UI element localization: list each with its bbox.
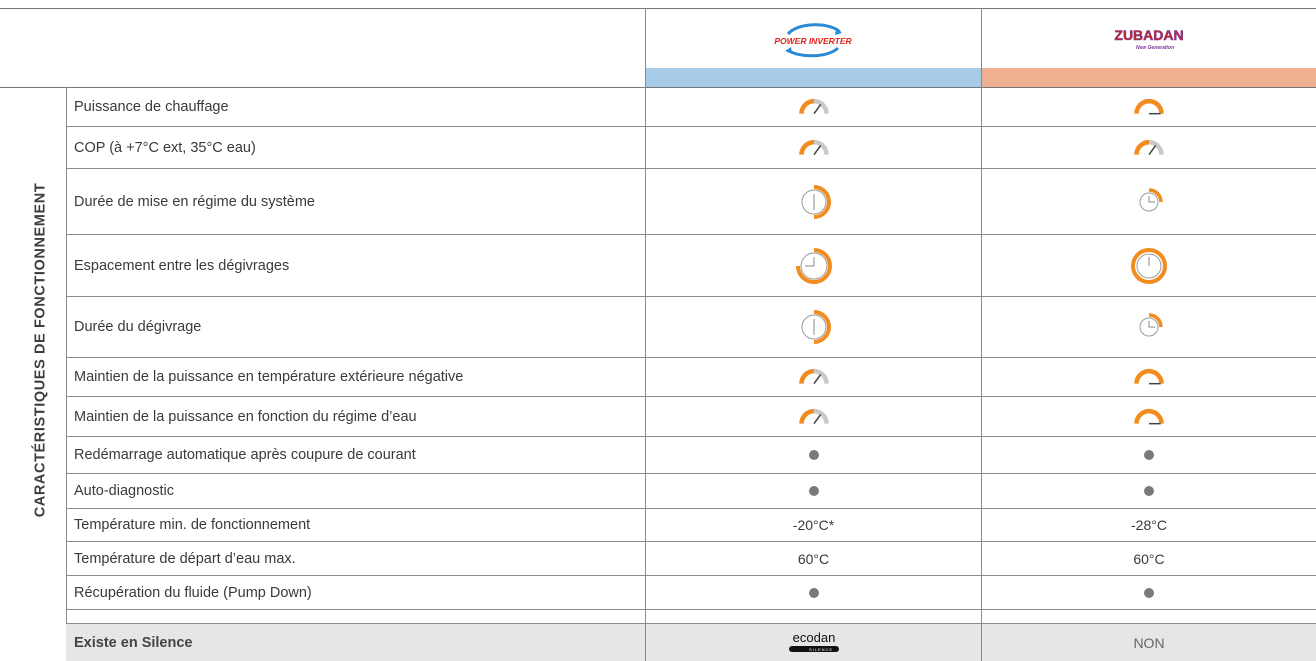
gauge-medium-icon: [982, 127, 1316, 168]
clock-quarter-icon: [982, 297, 1316, 357]
svg-text:SILENCE: SILENCE: [808, 647, 832, 652]
silence-availability-value: NON: [982, 624, 1316, 661]
row-label: Durée de mise en régime du système: [74, 193, 315, 210]
dot-icon: [646, 576, 981, 609]
dot-icon: [982, 474, 1316, 508]
row-label: Redémarrage automatique après coupure de…: [74, 447, 416, 463]
gauge-medium-icon: [646, 358, 981, 396]
row-label: Température min. de fonctionnement: [74, 517, 311, 533]
dot-icon: [646, 437, 981, 473]
zubadan-color-bar: [982, 68, 1316, 87]
gauge-max-icon: [982, 397, 1316, 436]
svg-text:POWER INVERTER: POWER INVERTER: [774, 36, 852, 46]
row-label: Auto-diagnostic: [74, 483, 174, 499]
power-inverter-logo: POWER INVERTER: [645, 12, 981, 67]
row-label: Maintien de la puissance en température …: [74, 369, 464, 385]
gauge-medium-icon: [646, 397, 981, 436]
clock-half-icon: [646, 297, 981, 357]
gauge-max-icon: [982, 358, 1316, 396]
gauge-medium-icon: [646, 88, 981, 126]
clock-full-icon: [982, 235, 1316, 296]
svg-text:ZUBADAN: ZUBADAN: [1114, 27, 1183, 43]
clock-three-quarter-icon: [646, 235, 981, 296]
row-label: Puissance de chauffage: [74, 99, 229, 115]
row-label: COP (à +7°C ext, 35°C eau): [74, 139, 256, 156]
row-label: Récupération du fluide (Pump Down): [74, 584, 312, 601]
power-inverter-swirl-icon: POWER INVERTER: [774, 22, 853, 57]
dot-icon: [982, 576, 1316, 609]
clock-half-icon: [646, 169, 981, 234]
gauge-max-icon: [982, 88, 1316, 126]
row-label: Espacement entre les dégivrages: [74, 257, 290, 274]
zubadan-logo: ZUBADAN New Generation: [981, 12, 1316, 67]
min-temperature-value: -20°C*: [792, 517, 835, 533]
footer-row-label: Existe en Silence: [66, 624, 645, 661]
max-water-temperature-value: 60°C: [1133, 550, 1165, 567]
dot-icon: [982, 437, 1316, 473]
min-temperature-value: -28°C: [1131, 517, 1167, 533]
ecodan-silence-logo: ecodan SILENCE: [646, 624, 981, 661]
max-water-temperature-value: 60°C: [797, 550, 830, 567]
power-inverter-color-bar: [646, 68, 981, 87]
dot-icon: [646, 474, 981, 508]
clock-quarter-icon: [982, 169, 1316, 234]
svg-text:ecodan: ecodan: [792, 630, 835, 645]
gauge-medium-icon: [646, 127, 981, 168]
row-label: Durée du dégivrage: [74, 319, 202, 335]
row-label: Maintien de la puissance en fonction du …: [74, 408, 417, 425]
svg-text:New Generation: New Generation: [1135, 45, 1173, 51]
row-label: Température de départ d’eau max.: [74, 550, 296, 567]
